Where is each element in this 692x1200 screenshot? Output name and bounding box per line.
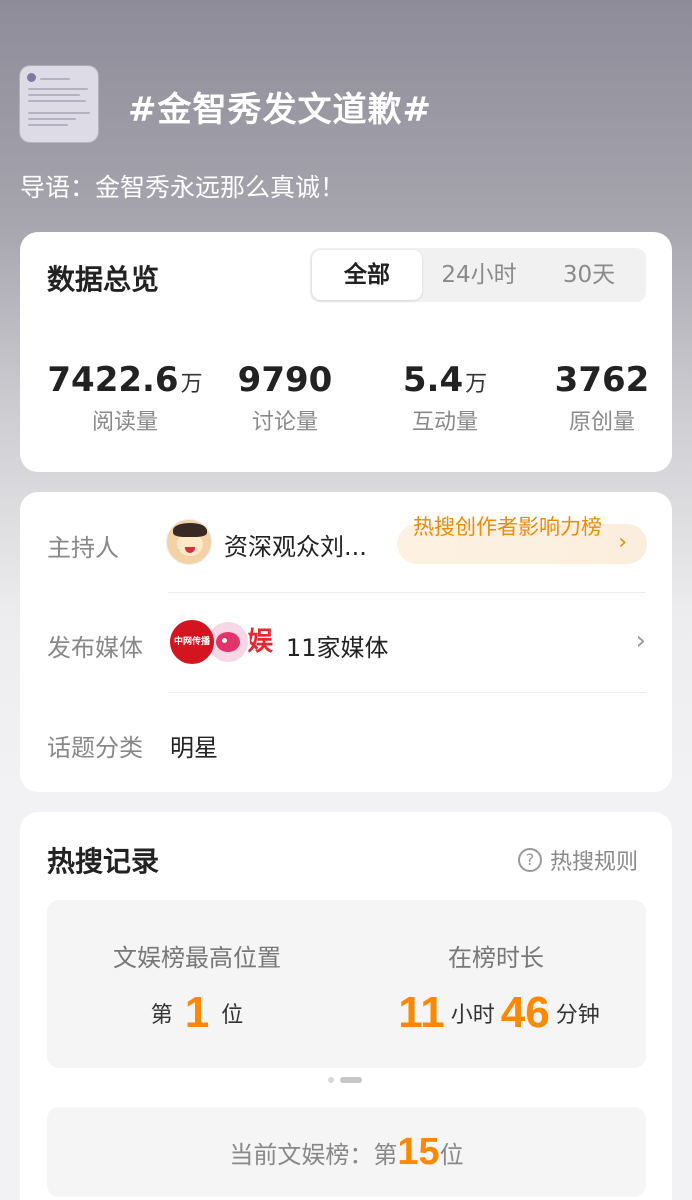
current-rank-value: 15 bbox=[397, 1131, 440, 1173]
stat-reads: 7422.6万 阅读量 bbox=[45, 360, 205, 435]
stat-interactions-unit: 万 bbox=[465, 372, 488, 397]
stat-interactions: 5.4万 互动量 bbox=[365, 360, 525, 435]
stat-reads-unit: 万 bbox=[180, 372, 203, 397]
page-dot-active bbox=[340, 1077, 362, 1083]
media-logo-zhongwang: 中网传播 bbox=[170, 620, 214, 664]
category-value: 明星 bbox=[170, 734, 218, 762]
duration-label: 在榜时长 bbox=[448, 944, 544, 972]
highest-value: 1 bbox=[184, 988, 210, 1037]
topic-header: #金智秀发文道歉# 导语：金智秀永远那么真诚！ bbox=[0, 0, 692, 230]
badge-label: 热搜创作者影响力榜 bbox=[413, 515, 602, 539]
highest-prefix: 第 bbox=[150, 1003, 173, 1028]
chevron-right-icon: › bbox=[618, 530, 627, 555]
divider bbox=[168, 692, 646, 693]
current-rank-label: 当前文娱榜：第 bbox=[229, 1141, 398, 1169]
duration-hours: 11 bbox=[398, 988, 445, 1037]
stat-interactions-value: 5.4 bbox=[402, 360, 464, 400]
data-overview-title: 数据总览 bbox=[47, 263, 160, 296]
chevron-right-icon[interactable]: › bbox=[636, 626, 646, 656]
topic-intro: 导语：金智秀永远那么真诚！ bbox=[20, 173, 346, 202]
topic-info-card: 主持人 资深观众刘... 热搜创作者影响力榜 › 发布媒体 娱 中网传播 11家… bbox=[20, 492, 672, 792]
stat-discussions-value: 9790 bbox=[237, 360, 333, 400]
media-label: 发布媒体 bbox=[47, 634, 143, 662]
host-label: 主持人 bbox=[47, 534, 119, 562]
stat-reads-label: 阅读量 bbox=[91, 410, 158, 435]
host-influence-badge[interactable]: 热搜创作者影响力榜 › bbox=[397, 516, 647, 564]
duration-hours-unit: 小时 bbox=[450, 1003, 495, 1028]
time-range-tabs: 全部 24小时 30天 bbox=[310, 248, 646, 302]
stat-reads-value: 7422.6 bbox=[47, 360, 179, 400]
hot-rules-label: 热搜规则 bbox=[550, 850, 639, 875]
topic-title: #金智秀发文道歉# bbox=[128, 90, 432, 130]
stat-discussions: 9790 讨论量 bbox=[205, 360, 365, 435]
host-avatar[interactable] bbox=[166, 519, 212, 565]
stat-originals-value: 3762 bbox=[554, 360, 650, 400]
page-dot bbox=[328, 1077, 334, 1083]
tab-all[interactable]: 全部 bbox=[312, 250, 422, 300]
highest-position-label: 文娱榜最高位置 bbox=[113, 944, 281, 972]
hot-record-title: 热搜记录 bbox=[47, 845, 160, 878]
highest-suffix: 位 bbox=[221, 1003, 244, 1028]
stat-interactions-label: 互动量 bbox=[411, 410, 478, 435]
topic-thumbnail[interactable] bbox=[20, 66, 98, 142]
current-rank-box: 当前文娱榜：第15位 bbox=[47, 1107, 646, 1197]
hot-rules-link[interactable]: ? 热搜规则 bbox=[518, 844, 638, 876]
hot-summary-box: 文娱榜最高位置 第1位 在榜时长 11 小时 46 分钟 bbox=[47, 900, 646, 1068]
tab-24h[interactable]: 24小时 bbox=[424, 248, 534, 302]
duration-minutes-unit: 分钟 bbox=[555, 1003, 600, 1028]
duration-minutes: 46 bbox=[500, 988, 550, 1037]
hot-record-card: 热搜记录 ? 热搜规则 文娱榜最高位置 第1位 在榜时长 11 小时 46 分钟 当前文… bbox=[20, 812, 672, 1200]
divider bbox=[168, 592, 646, 593]
current-rank-suffix: 位 bbox=[439, 1141, 464, 1169]
tab-30d[interactable]: 30天 bbox=[534, 248, 644, 302]
category-label: 话题分类 bbox=[47, 734, 143, 762]
media-count[interactable]: 11家媒体 bbox=[286, 628, 389, 663]
question-circle-icon: ? bbox=[518, 848, 542, 872]
host-name[interactable]: 资深观众刘... bbox=[224, 527, 367, 562]
stat-originals-label: 原创量 bbox=[568, 410, 635, 435]
stat-discussions-label: 讨论量 bbox=[251, 410, 318, 435]
stat-originals: 3762 原创量 bbox=[522, 360, 682, 435]
data-overview-card: 数据总览 全部 24小时 30天 7422.6万 阅读量 9790 讨论量 5.… bbox=[20, 232, 672, 472]
